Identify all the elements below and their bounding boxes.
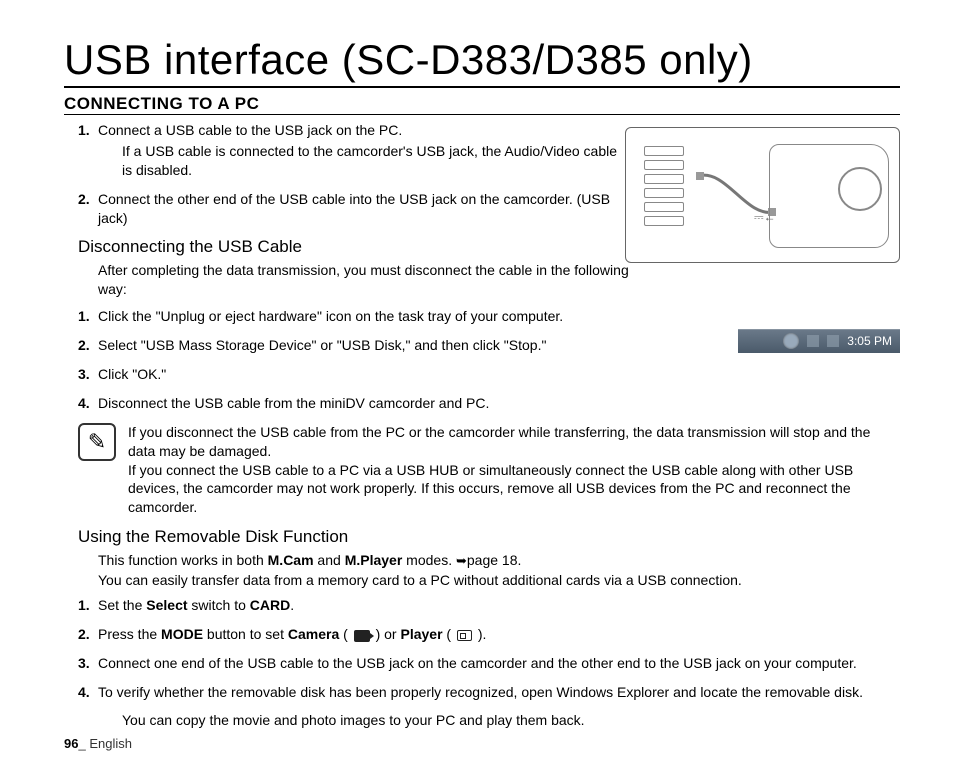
warning-note: ✎ If you disconnect the USB cable from t… — [78, 423, 900, 517]
subheading-removable: Using the Removable Disk Function — [78, 527, 900, 547]
connection-diagram: ⎓← — [625, 127, 900, 263]
pc-back-panel-icon — [636, 142, 692, 250]
removable-step-2: Press the MODE button to set Camera ( ) … — [78, 625, 900, 644]
removable-final-note: You can copy the movie and photo images … — [122, 712, 900, 728]
disconnect-intro: After completing the data transmission, … — [98, 261, 638, 299]
warning-line-1: If you disconnect the USB cable from the… — [128, 423, 900, 461]
removable-step-1: Set the Select switch to CARD. — [78, 596, 900, 615]
warning-text: If you disconnect the USB cable from the… — [128, 423, 900, 517]
disconnect-step-4: Disconnect the USB cable from the miniDV… — [78, 394, 900, 413]
mplayer-label: M.Player — [345, 552, 403, 568]
page-footer: 96_ English — [64, 736, 132, 751]
camera-mode-icon — [354, 630, 370, 642]
camcorder-icon — [769, 144, 889, 248]
disconnect-step-2: Select "USB Mass Storage Device" or "USB… — [78, 336, 900, 355]
step-text: Connect a USB cable to the USB jack on t… — [98, 122, 402, 138]
page-number: 96 — [64, 736, 78, 751]
page-ref-arrow-icon — [456, 552, 467, 568]
player-mode-icon — [457, 630, 472, 641]
step-text: Connect the other end of the USB cable i… — [98, 191, 610, 226]
connect-step-2: Connect the other end of the USB cable i… — [78, 190, 618, 228]
page-language: English — [89, 736, 132, 751]
page-title: USB interface (SC-D383/D385 only) — [64, 36, 900, 88]
step-subnote: If a USB cable is connected to the camco… — [122, 142, 618, 180]
disconnect-steps-list: Click the "Unplug or eject hardware" ico… — [78, 307, 900, 413]
mcam-label: M.Cam — [268, 552, 314, 568]
removable-intro: This function works in both M.Cam and M.… — [98, 551, 900, 590]
removable-step-4: To verify whether the removable disk has… — [78, 683, 900, 702]
connect-step-1: Connect a USB cable to the USB jack on t… — [78, 121, 618, 180]
warning-line-2: If you connect the USB cable to a PC via… — [128, 461, 900, 518]
disconnect-step-1: Click the "Unplug or eject hardware" ico… — [78, 307, 900, 326]
section-heading-connecting: CONNECTING TO A PC — [64, 94, 900, 115]
note-pencil-icon: ✎ — [78, 423, 116, 461]
disconnect-step-3: Click "OK." — [78, 365, 900, 384]
page-reference: page 18. — [467, 552, 522, 568]
removable-steps-list: Set the Select switch to CARD. Press the… — [78, 596, 900, 702]
removable-step-3: Connect one end of the USB cable to the … — [78, 654, 900, 673]
